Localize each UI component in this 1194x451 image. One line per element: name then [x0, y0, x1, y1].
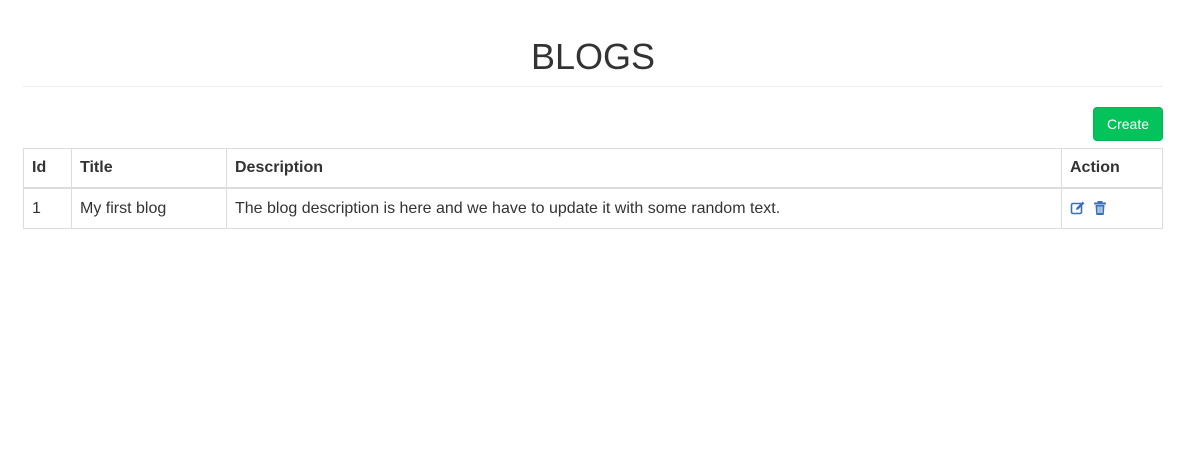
- cell-description: The blog description is here and we have…: [226, 187, 1062, 229]
- table-row: 1 My first blog The blog description is …: [23, 187, 1163, 229]
- toolbar: Create: [23, 87, 1163, 148]
- column-header-id: Id: [23, 148, 72, 189]
- column-header-title: Title: [71, 148, 227, 189]
- cell-action: [1061, 187, 1163, 229]
- column-header-description: Description: [226, 148, 1062, 189]
- column-header-action: Action: [1061, 148, 1163, 189]
- table-header-row: Id Title Description Action: [23, 148, 1163, 189]
- create-button[interactable]: Create: [1092, 107, 1163, 141]
- page-container: BLOGS Create Id Title Description Action…: [23, 0, 1163, 229]
- cell-title: My first blog: [71, 187, 227, 229]
- page-title: BLOGS: [23, 0, 1163, 87]
- edit-icon[interactable]: [1070, 200, 1086, 216]
- blogs-table: Id Title Description Action 1 My first b…: [23, 148, 1163, 229]
- trash-icon[interactable]: [1092, 200, 1108, 216]
- table-header: Id Title Description Action: [23, 148, 1163, 189]
- table-body: 1 My first blog The blog description is …: [23, 187, 1163, 229]
- cell-id: 1: [23, 187, 72, 229]
